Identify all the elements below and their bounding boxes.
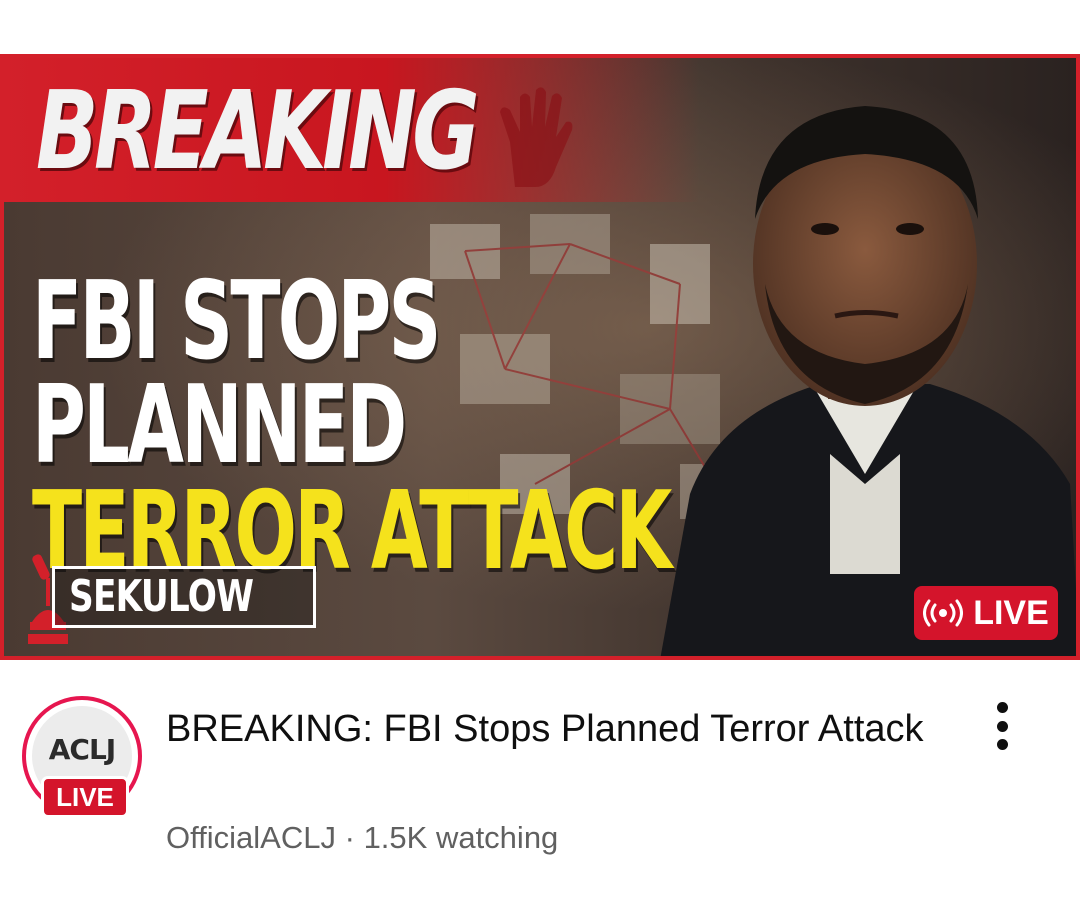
broadcast-icon bbox=[923, 599, 964, 627]
avatar-label: ACLJ bbox=[48, 732, 116, 766]
kebab-dot bbox=[996, 702, 1008, 713]
meta-separator: · bbox=[336, 820, 364, 855]
video-meta: ACLJ LIVE BREAKING: FBI Stops Planned Te… bbox=[0, 660, 1080, 912]
sekulow-logo-text: SEKULOW bbox=[69, 571, 254, 622]
person-image bbox=[660, 106, 1080, 660]
hand-icon bbox=[500, 87, 573, 187]
kebab-dot bbox=[996, 739, 1008, 750]
live-badge: LIVE bbox=[914, 586, 1058, 640]
headline-line-2: PLANNED bbox=[32, 363, 407, 488]
breaking-heading: BREAKING bbox=[36, 69, 480, 194]
kebab-dot bbox=[996, 720, 1008, 732]
headline-line-1: FBI STOPS bbox=[32, 259, 441, 384]
sekulow-logo: SEKULOW bbox=[52, 566, 316, 628]
live-badge-label: LIVE bbox=[973, 593, 1049, 632]
channel-avatar[interactable]: ACLJ LIVE bbox=[22, 696, 142, 818]
channel-name[interactable]: OfficialACLJ bbox=[166, 820, 336, 855]
video-subline: OfficialACLJ · 1.5K watching bbox=[166, 820, 558, 856]
video-title[interactable]: BREAKING: FBI Stops Planned Terror Attac… bbox=[166, 702, 946, 756]
watching-count: 1.5K watching bbox=[363, 820, 559, 855]
video-thumbnail[interactable]: BREAKING FBI STOPS PLANNED TERROR ATTACK bbox=[0, 54, 1080, 660]
avatar-live-badge: LIVE bbox=[41, 776, 129, 818]
more-vert-icon[interactable] bbox=[980, 702, 1024, 750]
